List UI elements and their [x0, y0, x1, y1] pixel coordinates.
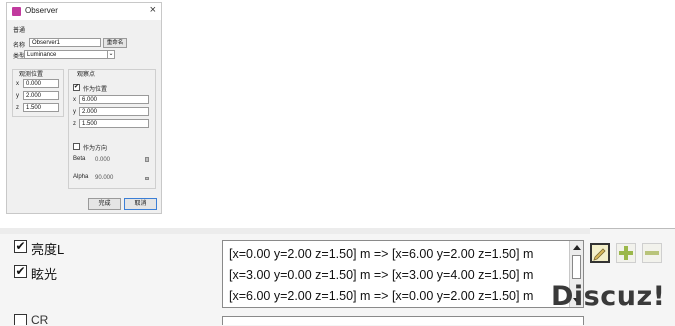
pos-z-label: z [16, 105, 19, 111]
tgt-z-label: z [73, 121, 76, 127]
rename-button[interactable]: 重命名 [103, 38, 127, 48]
pos-y-field[interactable]: 2.000 [23, 91, 59, 100]
brightness-label: 亮度L [31, 242, 65, 257]
observer-position-group: 观测位置 x 0.000 y 2.000 z 1.500 [12, 69, 64, 117]
list-item[interactable]: [x=3.00 y=0.00 z=1.50] m => [x=3.00 y=4.… [229, 268, 533, 282]
ok-button[interactable]: 完成 [88, 198, 121, 210]
remove-button[interactable] [642, 243, 662, 263]
tgt-y-field[interactable]: 2.000 [79, 107, 149, 116]
target-group: 观察点 ✔ 作为位置 x 6.000 y 2.000 z 1.500 作为方向 … [68, 69, 156, 189]
name-field[interactable]: Observer1 [29, 38, 101, 47]
plus-icon [619, 246, 633, 260]
alpha-slider-handle[interactable] [145, 177, 149, 180]
alpha-field[interactable]: 90.000 [93, 174, 131, 183]
chevron-down-icon[interactable]: ⌄ [107, 50, 115, 59]
list-item[interactable]: [x=6.00 y=2.00 z=1.50] m => [x=0.00 y=2.… [229, 289, 533, 303]
pos-x-field[interactable]: 0.000 [23, 79, 59, 88]
pos-y-label: y [16, 93, 19, 99]
tgt-z-field[interactable]: 1.500 [79, 119, 149, 128]
observer-position-title: 观测位置 [19, 72, 44, 78]
partial-option-label: CR [31, 313, 49, 325]
watermark: Discuz! [551, 281, 666, 312]
dialog-titlebar: Observer × [7, 3, 161, 20]
glare-checkbox[interactable]: ✔ [14, 265, 27, 278]
panel-header-strip [0, 228, 590, 234]
as-position-label: 作为位置 [83, 87, 108, 93]
cancel-button[interactable]: 取消 [124, 198, 157, 210]
tgt-x-label: x [73, 97, 76, 103]
beta-slider-handle[interactable] [145, 157, 149, 162]
observer-dialog: Observer × 普通 名称 Observer1 重命名 类型 Lumina… [6, 2, 162, 214]
partial-list-box[interactable] [222, 316, 584, 325]
brightness-checkbox[interactable]: ✔ [14, 240, 27, 253]
glare-label: 眩光 [31, 267, 58, 282]
target-group-title: 观察点 [77, 72, 96, 78]
app-icon [12, 7, 21, 16]
observer-list[interactable]: [x=0.00 y=2.00 z=1.50] m => [x=6.00 y=2.… [222, 240, 584, 308]
add-button[interactable] [616, 243, 636, 263]
general-section-label: 普通 [13, 28, 26, 34]
dialog-title: Observer [25, 6, 58, 15]
pos-z-field[interactable]: 1.500 [23, 103, 59, 112]
as-position-checkbox[interactable]: ✔ [73, 84, 80, 91]
pos-x-label: x [16, 81, 19, 87]
name-label: 名称 [13, 43, 26, 49]
edit-button[interactable] [590, 243, 610, 263]
scroll-up-arrow-icon[interactable] [573, 245, 581, 250]
tgt-x-field[interactable]: 6.000 [79, 95, 149, 104]
type-select[interactable]: Luminance [24, 50, 107, 59]
minus-icon [645, 251, 659, 255]
alpha-label: Alpha [73, 174, 89, 180]
beta-label: Beta [73, 156, 86, 162]
list-item[interactable]: [x=0.00 y=2.00 z=1.50] m => [x=6.00 y=2.… [229, 247, 533, 261]
as-direction-label: 作为方向 [83, 146, 108, 152]
tgt-y-label: y [73, 109, 76, 115]
pencil-icon [593, 248, 606, 261]
close-icon[interactable]: × [150, 4, 156, 16]
beta-field[interactable]: 0.000 [93, 156, 131, 165]
partial-checkbox[interactable] [14, 314, 27, 325]
scroll-thumb[interactable] [572, 255, 581, 279]
as-direction-checkbox[interactable] [73, 143, 80, 150]
